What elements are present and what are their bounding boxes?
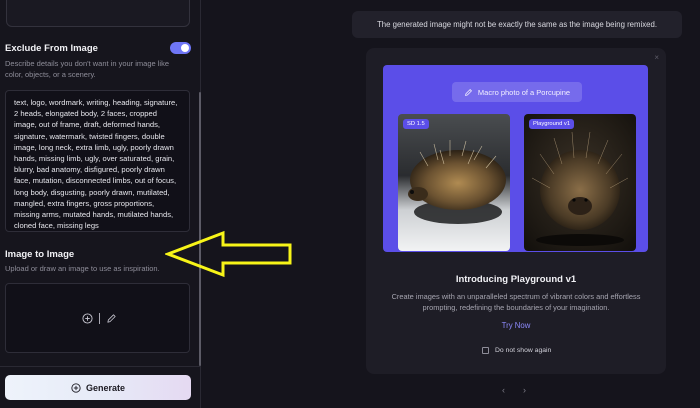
comparison-hero: Macro photo of a Porcupine SD 1.5 Playgr… — [383, 65, 648, 252]
annotation-arrow-icon — [165, 230, 292, 278]
sidebar-divider — [0, 366, 201, 367]
prompt-pill: Macro photo of a Porcupine — [452, 82, 582, 102]
prompt-text: Macro photo of a Porcupine — [477, 87, 571, 97]
pager-next-icon[interactable]: › — [523, 385, 526, 395]
sidebar-scrollbar[interactable] — [199, 92, 201, 366]
settings-sidebar: Exclude From Image Describe details you … — [0, 0, 201, 408]
playground-v1-sample-image: Playground v1 — [524, 114, 636, 251]
exclude-toggle[interactable] — [170, 42, 191, 54]
modal-title: Introducing Playground v1 — [455, 274, 577, 285]
try-now-link[interactable]: Try Now — [366, 321, 666, 330]
exclude-description: Describe details you don't want in your … — [5, 59, 170, 79]
upload-plus-icon[interactable] — [82, 313, 93, 324]
prompt-box-edge[interactable] — [6, 0, 190, 27]
pencil-icon — [465, 88, 472, 96]
generate-label: Generate — [85, 382, 126, 393]
toggle-knob — [181, 44, 189, 52]
model-badge-playground-v1: Playground v1 — [529, 119, 575, 129]
sd15-sample-image: SD 1.5 — [398, 114, 510, 251]
tool-separator — [99, 313, 100, 324]
remix-warning-banner: The generated image might not be exactly… — [352, 11, 682, 38]
close-icon[interactable]: × — [654, 53, 659, 62]
plus-circle-icon — [71, 382, 81, 393]
generate-button[interactable]: Generate — [5, 375, 191, 400]
image-to-image-description: Upload or draw an image to use as inspir… — [5, 264, 160, 273]
draw-pencil-icon[interactable] — [106, 313, 117, 324]
exclude-title: Exclude From Image — [5, 43, 98, 54]
negative-prompt-input[interactable]: text, logo, wordmark, writing, heading, … — [5, 90, 190, 232]
playground-intro-modal: × Macro photo of a Porcupine SD 1.5 Play… — [366, 48, 666, 374]
dont-show-checkbox[interactable] — [482, 347, 489, 354]
dont-show-label: Do not show again — [495, 347, 552, 354]
modal-description: Create images with an unparalleled spect… — [391, 292, 641, 312]
image-to-image-title: Image to Image — [5, 249, 75, 260]
pager-prev-icon[interactable]: ‹ — [502, 385, 505, 395]
dont-show-again[interactable]: Do not show again — [482, 347, 551, 354]
model-badge-sd15: SD 1.5 — [403, 119, 429, 129]
image-to-image-dropzone[interactable] — [5, 283, 190, 353]
